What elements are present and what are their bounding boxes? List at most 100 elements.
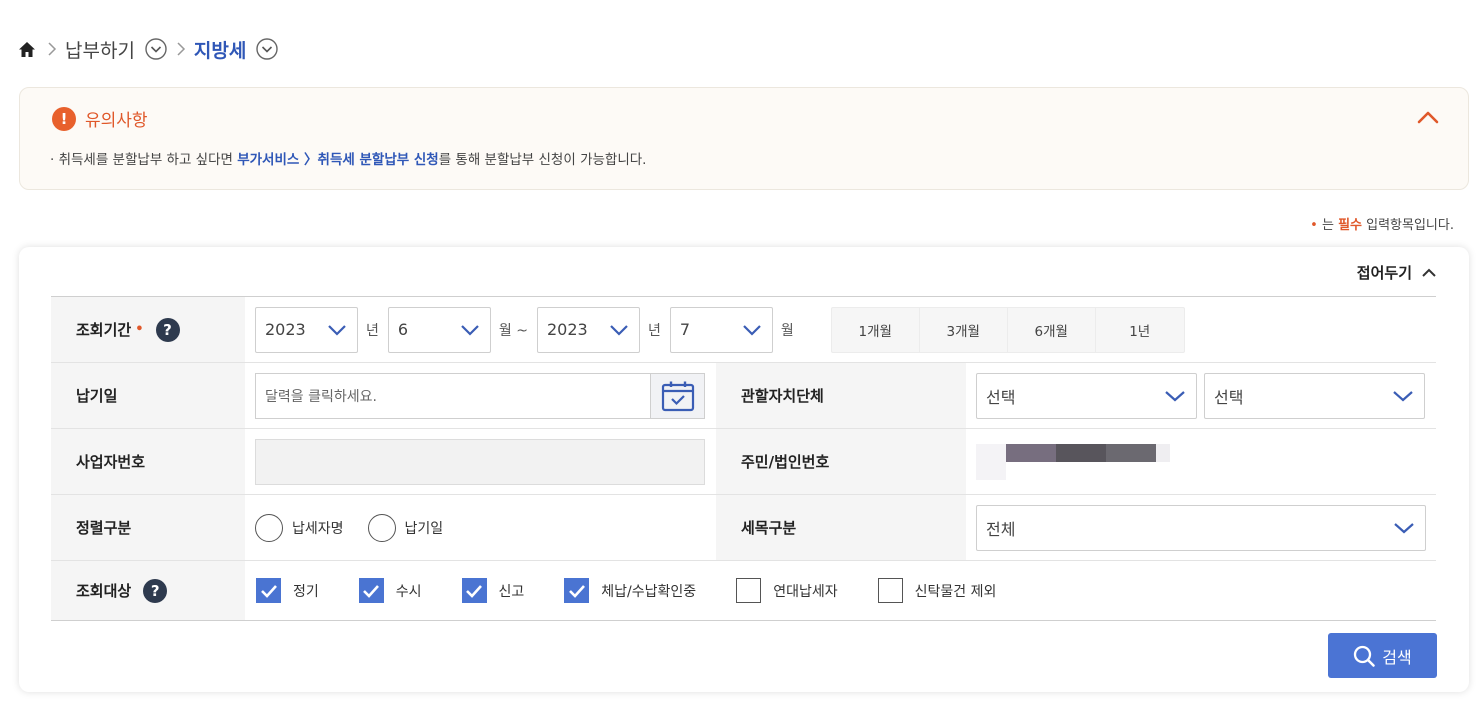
period-3month-button[interactable]: 3개월 — [920, 307, 1008, 352]
tax-item-value: 전체 — [986, 519, 1016, 539]
chevron-up-icon — [1422, 268, 1436, 277]
redacted-resident-number — [976, 442, 1170, 482]
checkbox[interactable] — [461, 578, 487, 603]
jurisdiction-value-cell: 선택 선택 — [966, 363, 1436, 428]
to-month-select[interactable]: 7 — [669, 306, 773, 353]
form-row-target: 조회대상 ? 정기 수시 신고 체납/수납확인중 연대납세자 신탁물건 제외 — [51, 561, 1436, 621]
due-date-label: 납기일 — [76, 387, 118, 405]
jurisdiction-label: 관할자치단체 — [741, 387, 824, 405]
period-6month-button[interactable]: 6개월 — [1008, 307, 1096, 352]
due-date-label-cell: 납기일 — [51, 363, 245, 428]
target-option-joint-taxpayer[interactable]: 연대납세자 — [736, 578, 838, 603]
business-no-value-cell — [245, 429, 716, 494]
due-date-placeholder: 달력을 클릭하세요. — [265, 388, 377, 405]
chevron-down-icon — [1165, 390, 1185, 401]
breadcrumb-item-local-tax[interactable]: 지방세 — [194, 36, 246, 63]
chevron-up-icon[interactable] — [1416, 108, 1440, 128]
tax-item-select[interactable]: 전체 — [976, 504, 1426, 551]
period-1year-button[interactable]: 1년 — [1096, 308, 1184, 352]
checkbox[interactable] — [564, 578, 590, 603]
help-icon[interactable]: ? — [155, 317, 180, 342]
calendar-icon[interactable] — [650, 373, 704, 418]
checkbox[interactable] — [736, 578, 762, 603]
period-value-cell: 2023 년 6 월 ~ 2023 년 7 월 1개월 3개월 6개월 1년 — [245, 297, 1436, 362]
chevron-down-icon — [1394, 522, 1414, 533]
form-row-business-no: 사업자번호 주민/법인번호 — [51, 429, 1436, 495]
chevron-down-icon — [461, 324, 479, 336]
notice-header: ! 유의사항 — [52, 106, 148, 131]
target-option-regular-label: 정기 — [293, 583, 319, 600]
notice-text: · 취득세를 분할납부 하고 싶다면 부가서비스 〉취득세 분할납부 신청를 통… — [50, 148, 646, 168]
required-note-suffix: 입력항목입니다. — [1362, 218, 1454, 233]
search-button[interactable]: 검색 — [1328, 633, 1437, 678]
chevron-down-circle-icon[interactable] — [145, 38, 167, 60]
resident-no-value-cell — [966, 429, 1436, 494]
due-date-value-cell: 달력을 클릭하세요. — [245, 363, 716, 428]
chevron-down-icon — [328, 324, 346, 336]
jurisdiction-select-2[interactable]: 선택 — [1204, 372, 1425, 419]
chevron-right-icon — [176, 41, 186, 57]
target-option-occasional-label: 수시 — [395, 583, 422, 600]
to-year-value: 2023 — [546, 320, 588, 339]
month-tilde-unit: 월 ~ — [498, 322, 528, 339]
help-icon[interactable]: ? — [143, 578, 168, 603]
jurisdiction-select-1-value: 선택 — [986, 387, 1016, 407]
notice-box: ! 유의사항 · 취득세를 분할납부 하고 싶다면 부가서비스 〉취득세 분할납… — [19, 87, 1469, 190]
sort-option-taxpayer[interactable]: 납세자명 — [255, 513, 344, 542]
target-label-cell: 조회대상 ? — [51, 561, 245, 620]
required-dot: • — [1310, 218, 1318, 233]
target-option-arrears[interactable]: 체납/수납확인중 — [564, 578, 696, 603]
required-dot: • — [135, 322, 144, 337]
checkbox[interactable] — [358, 578, 384, 603]
due-date-input[interactable]: 달력을 클릭하세요. — [255, 372, 705, 419]
year-unit: 년 — [647, 322, 661, 339]
tax-item-value-cell: 전체 — [966, 495, 1436, 560]
sort-option-due-date[interactable]: 납기일 — [367, 513, 443, 542]
year-unit: 년 — [366, 322, 379, 339]
period-label: 조회기간 — [76, 321, 132, 339]
month-unit: 월 — [780, 322, 794, 339]
period-1month-button[interactable]: 1개월 — [832, 307, 920, 352]
resident-no-label-cell: 주민/법인번호 — [716, 429, 966, 494]
target-label: 조회대상 — [76, 582, 132, 600]
from-year-select[interactable]: 2023 — [255, 306, 358, 353]
fold-button[interactable]: 접어두기 — [1357, 262, 1437, 283]
checkbox[interactable] — [877, 578, 903, 603]
business-no-label: 사업자번호 — [76, 453, 146, 471]
form-row-due-date: 납기일 달력을 클릭하세요. 관할자치단체 선택 선택 — [51, 363, 1436, 429]
from-month-select[interactable]: 6 — [387, 306, 491, 353]
target-option-exclude-trust[interactable]: 신탁물건 제외 — [877, 578, 997, 603]
target-option-report[interactable]: 신고 — [461, 578, 525, 603]
from-month-value: 6 — [397, 320, 409, 339]
sort-label-cell: 정렬구분 — [51, 495, 245, 560]
resident-no-label: 주민/법인번호 — [741, 453, 830, 471]
jurisdiction-select-1[interactable]: 선택 — [976, 372, 1197, 419]
home-icon[interactable] — [18, 39, 38, 59]
fold-label: 접어두기 — [1356, 264, 1412, 282]
sort-option-taxpayer-label: 납세자명 — [292, 520, 344, 537]
breadcrumb-item-payment[interactable]: 납부하기 — [65, 36, 135, 63]
target-option-exclude-trust-label: 신탁물건 제외 — [914, 583, 997, 600]
target-option-joint-taxpayer-label: 연대납세자 — [773, 583, 838, 600]
radio-button[interactable] — [255, 513, 283, 542]
search-form-table: 조회기간 • ? 2023 년 6 월 ~ 2023 년 7 월 1개월 3개월… — [51, 296, 1436, 621]
jurisdiction-label-cell: 관할자치단체 — [716, 363, 966, 428]
period-label-cell: 조회기간 • ? — [51, 297, 245, 362]
radio-button[interactable] — [367, 513, 396, 542]
from-year-value: 2023 — [265, 320, 306, 339]
sort-value-cell: 납세자명 납기일 — [245, 495, 716, 560]
form-row-sort: 정렬구분 납세자명 납기일 세목구분 전체 — [51, 495, 1436, 561]
to-year-select[interactable]: 2023 — [536, 306, 640, 353]
jurisdiction-select-2-value: 선택 — [1214, 387, 1244, 407]
target-option-arrears-label: 체납/수납확인중 — [601, 583, 697, 600]
checkbox[interactable] — [256, 578, 281, 603]
chevron-down-circle-icon[interactable] — [256, 38, 279, 60]
target-option-occasional[interactable]: 수시 — [358, 578, 422, 603]
to-month-value: 7 — [679, 320, 691, 339]
target-option-report-label: 신고 — [498, 583, 525, 600]
form-row-period: 조회기간 • ? 2023 년 6 월 ~ 2023 년 7 월 1개월 3개월… — [51, 297, 1436, 363]
chevron-down-icon — [610, 324, 628, 336]
notice-link[interactable]: 부가서비스 〉취득세 분할납부 신청 — [237, 152, 438, 168]
target-option-regular[interactable]: 정기 — [256, 578, 319, 603]
chevron-down-icon — [743, 324, 761, 336]
